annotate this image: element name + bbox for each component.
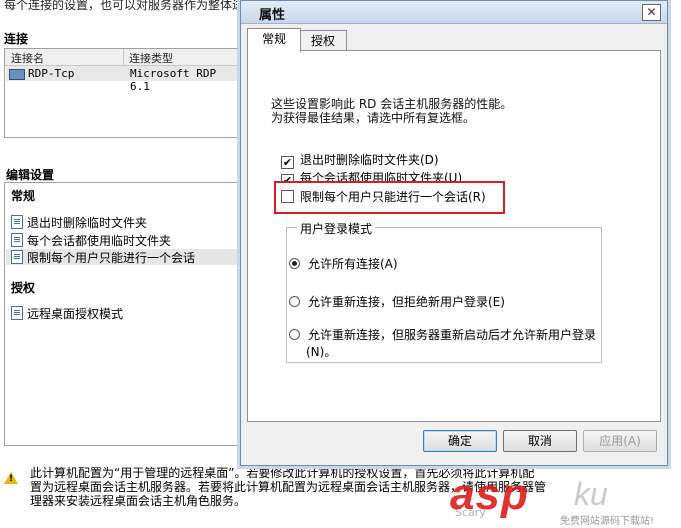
document-icon bbox=[11, 306, 23, 320]
radio-label: 允许重新连接，但服务器重新启动后才允许新用户登录 bbox=[308, 328, 597, 342]
setting-delete-temp-folders[interactable]: 退出时删除临时文件夹 bbox=[11, 214, 239, 230]
column-divider bbox=[123, 49, 124, 65]
connections-table-header: 连接名 连接类型 bbox=[5, 49, 241, 66]
checkbox[interactable]: ✔ bbox=[281, 174, 294, 181]
radio-button[interactable] bbox=[289, 258, 300, 269]
properties-dialog: 属性 ✕ 常规 授权 这些设置影响此 RD 会话主机服务器的性能。 为获得最佳结… bbox=[240, 0, 668, 466]
connection-name-cell: RDP-Tcp bbox=[28, 67, 75, 80]
red-highlight-box bbox=[274, 181, 505, 214]
checkbox[interactable]: ✔ bbox=[281, 156, 294, 169]
setting-label: 限制每个用户只能进行一个会话 bbox=[27, 251, 196, 265]
radio-label-line2: (N)。 bbox=[306, 345, 337, 359]
edit-settings-title: 编辑设置 bbox=[6, 168, 55, 182]
settings-list: 常规 退出时删除临时文件夹 每个会话都使用临时文件夹 限制每个用户只能进行一个会… bbox=[4, 182, 242, 446]
connections-section-title: 连接 bbox=[4, 32, 29, 46]
watermark-brand: asp bbox=[450, 470, 529, 519]
column-header-connection-type[interactable]: 连接类型 bbox=[129, 50, 173, 66]
tab-license[interactable]: 授权 bbox=[299, 30, 347, 51]
setting-label: 远程桌面授权模式 bbox=[27, 307, 124, 321]
watermark-brand-suffix: ku bbox=[574, 476, 608, 512]
setting-temp-folder-per-session[interactable]: 每个会话都使用临时文件夹 bbox=[11, 232, 239, 248]
radio-button[interactable] bbox=[289, 296, 300, 307]
monitor-icon bbox=[9, 69, 25, 80]
document-icon bbox=[11, 250, 23, 264]
setting-restrict-single-session[interactable]: 限制每个用户只能进行一个会话 bbox=[6, 249, 240, 265]
setting-label: 退出时删除临时文件夹 bbox=[27, 216, 148, 230]
connection-type-cell: Microsoft RDP 6.1 bbox=[130, 67, 217, 93]
checkbox-label: 每个会话都使用临时文件夹(U) bbox=[300, 171, 463, 181]
tab-general[interactable]: 常规 bbox=[247, 28, 301, 52]
radio-label: 允许所有连接(A) bbox=[308, 257, 398, 271]
column-header-connection-name[interactable]: 连接名 bbox=[11, 50, 44, 66]
document-icon bbox=[11, 233, 23, 247]
checkbox-temp-folder-per-session[interactable]: ✔ 每个会话都使用临时文件夹(U) bbox=[281, 169, 462, 181]
radio-label: 允许重新连接，但拒绝新用户登录(E) bbox=[308, 295, 505, 309]
checkbox-delete-temp-folders[interactable]: ✔ 退出时删除临时文件夹(D) bbox=[281, 151, 439, 169]
intro-text-line2: 为获得最佳结果，请选中所有复选框。 bbox=[271, 111, 476, 125]
group-title: 用户登录模式 bbox=[297, 220, 376, 237]
watermark-subtitle: 免费网站源码下载站! bbox=[560, 516, 655, 527]
cancel-button[interactable]: 取消 bbox=[503, 430, 577, 452]
general-tab-panel: 这些设置影响此 RD 会话主机服务器的性能。 为获得最佳结果，请选中所有复选框。… bbox=[247, 50, 661, 422]
checkbox-label: 退出时删除临时文件夹(D) bbox=[300, 153, 439, 167]
dialog-titlebar[interactable]: 属性 ✕ bbox=[241, 1, 667, 24]
close-button[interactable]: ✕ bbox=[642, 4, 661, 21]
radio-button[interactable] bbox=[289, 329, 300, 340]
background-description-text: 每个连接的设置，也可以对服务器作为整体进 bbox=[4, 0, 245, 12]
license-section-header: 授权 bbox=[11, 281, 36, 295]
general-section-header: 常规 bbox=[11, 189, 36, 203]
document-icon bbox=[11, 215, 23, 229]
radio-allow-reconnect-deny-new[interactable]: 允许重新连接，但拒绝新用户登录(E) bbox=[289, 293, 505, 310]
apply-button[interactable]: 应用(A) bbox=[583, 430, 657, 452]
table-row[interactable]: RDP-Tcp Microsoft RDP 6.1 bbox=[6, 66, 240, 93]
setting-label: 每个会话都使用临时文件夹 bbox=[27, 234, 172, 248]
dialog-title: 属性 bbox=[259, 8, 286, 23]
setting-license-mode[interactable]: 远程桌面授权模式 bbox=[11, 305, 239, 321]
radio-allow-reconnect-until-restart[interactable]: 允许重新连接，但服务器重新启动后才允许新用户登录 (N)。 bbox=[289, 326, 596, 360]
connections-table: 连接名 连接类型 RDP-Tcp Microsoft RDP 6.1 bbox=[4, 48, 242, 138]
ok-button[interactable]: 确定 bbox=[423, 430, 497, 452]
radio-allow-all[interactable]: 允许所有连接(A) bbox=[289, 255, 398, 272]
user-logon-mode-group: 用户登录模式 允许所有连接(A) 允许重新连接，但拒绝新用户登录(E) 允许重新… bbox=[286, 220, 602, 363]
